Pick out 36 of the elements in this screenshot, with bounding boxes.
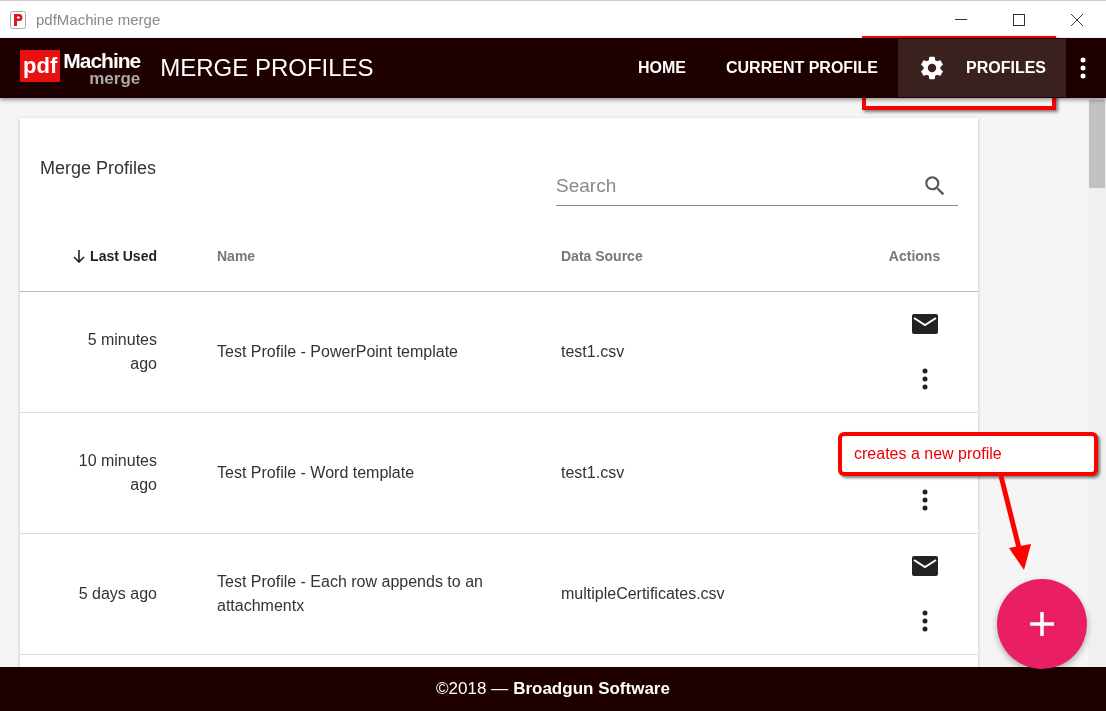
table-cell-text: multipleCertificates.csv <box>560 584 726 604</box>
nav-tab[interactable]: PROFILES <box>898 39 1066 97</box>
mail-icon[interactable] <box>911 314 938 334</box>
minimize-icon[interactable] <box>955 18 967 21</box>
column-header[interactable]: Name <box>157 247 501 264</box>
maximize-icon[interactable] <box>1013 13 1025 26</box>
callout: creates a new profile <box>838 432 1098 476</box>
plus-icon <box>1030 612 1054 636</box>
app-icon <box>10 10 26 29</box>
table-cell-text: test1.csv <box>560 463 626 483</box>
more-icon[interactable] <box>1080 57 1086 79</box>
table-cell-text: 5 days ago <box>77 584 157 604</box>
sort-down-icon <box>72 248 87 263</box>
card-title: Merge Profiles <box>40 158 157 180</box>
table-cell-text: 10 minutes ago <box>77 451 157 495</box>
column-header[interactable]: Actions <box>791 247 978 264</box>
settings-icon <box>918 54 946 82</box>
mail-icon[interactable] <box>911 556 938 576</box>
nav-tab[interactable]: CURRENT PROFILE <box>706 39 898 97</box>
close-icon[interactable] <box>1071 13 1083 26</box>
nav-tab[interactable]: HOME <box>618 39 706 97</box>
table-cell-text: Test Profile - Each row appends to an attachmentx <box>216 572 484 616</box>
scrollbar-thumb[interactable] <box>1089 100 1105 188</box>
more-icon[interactable] <box>921 489 928 511</box>
more-icon[interactable] <box>921 610 928 632</box>
add-button[interactable] <box>997 579 1087 669</box>
table-cell-text: 5 minutes ago <box>86 330 157 374</box>
table-cell-text: Test Profile - Word template <box>216 463 416 483</box>
table-cell-text: test1.csv <box>560 342 626 362</box>
footer-text: ©2018 — Broadgun Software <box>0 667 1106 711</box>
more-icon[interactable] <box>921 368 928 390</box>
window-title: pdfMachine merge <box>36 11 161 28</box>
column-header[interactable]: Last Used <box>20 247 157 264</box>
column-header[interactable]: Data Source <box>501 247 791 264</box>
app-title: MERGE PROFILES <box>160 54 374 82</box>
table-cell-text: Test Profile - PowerPoint template <box>216 342 459 362</box>
